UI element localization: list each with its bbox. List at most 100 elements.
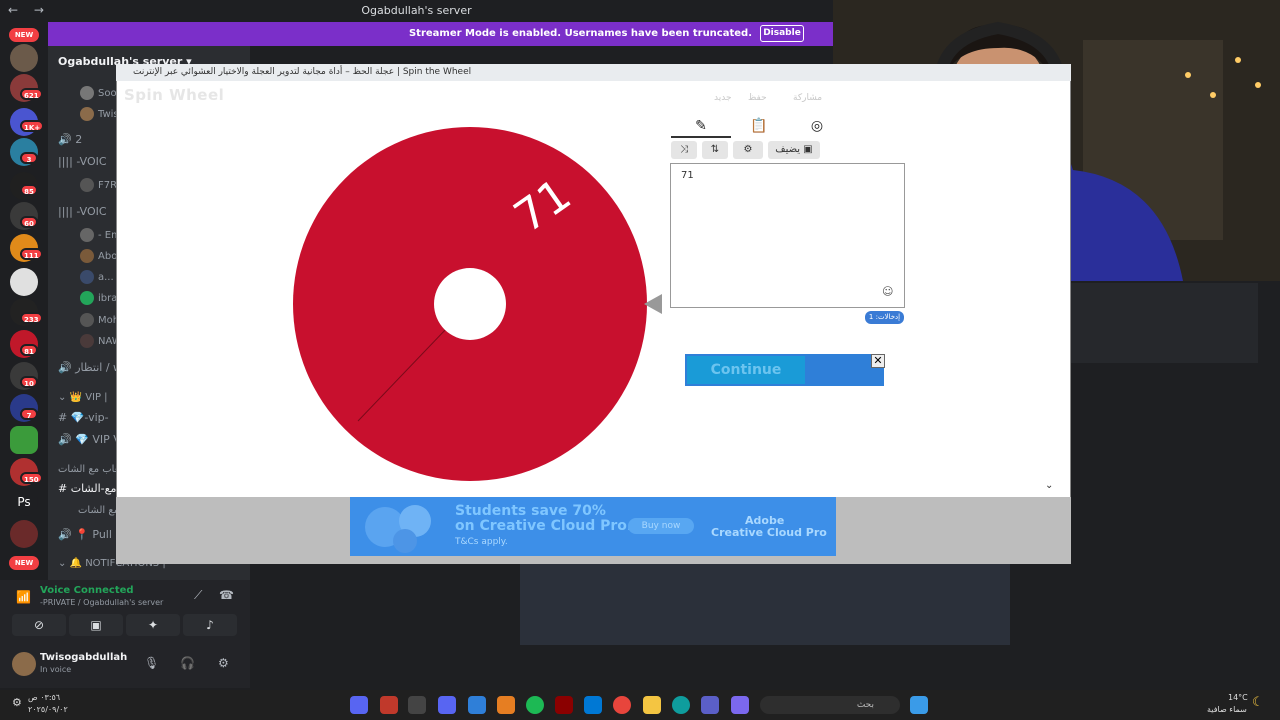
chevron-down-icon[interactable]: ⌄: [1045, 480, 1053, 491]
clock-date[interactable]: ٢٠٢٥/٠٩/٠٢: [28, 705, 68, 714]
discord-icon[interactable]: [438, 696, 456, 714]
popup-titlebar: عجلة الحظ – أداة مجانية لتدوير العجلة وا…: [116, 64, 1071, 81]
server-badge: 233: [20, 312, 43, 324]
signal-icon: 📶: [16, 590, 31, 604]
entries-count: إدخالات: 1: [865, 311, 904, 324]
server-icon[interactable]: [10, 426, 38, 454]
window-title: Ogabdullah's server: [361, 4, 472, 17]
category[interactable]: ⌄ 👑 VIP |: [58, 392, 108, 403]
new-badge: NEW: [9, 556, 39, 570]
app-icon[interactable]: [408, 696, 426, 714]
soundboard-button[interactable]: ♪: [183, 614, 237, 636]
streamer-message: Streamer Mode is enabled. Usernames have…: [408, 28, 752, 39]
spotify-icon[interactable]: [526, 696, 544, 714]
gear-icon[interactable]: ⚙: [218, 656, 229, 670]
microphone-icon[interactable]: 🎙: [144, 656, 159, 670]
shuffle-button[interactable]: ⤨: [671, 141, 697, 159]
spin-wheel[interactable]: 71: [293, 126, 648, 482]
server-icon[interactable]: [10, 520, 38, 548]
folder-icon[interactable]: [643, 696, 661, 714]
edge-icon[interactable]: [672, 696, 690, 714]
voice-user[interactable]: a...: [80, 270, 114, 284]
search-bar[interactable]: بحث: [760, 696, 900, 714]
store-icon[interactable]: [584, 696, 602, 714]
weather-desc[interactable]: سماء صافية: [1207, 705, 1247, 714]
voice-user[interactable]: Abo: [80, 249, 117, 263]
voice-channel[interactable]: 🔊 2: [58, 133, 82, 146]
chrome-icon[interactable]: [613, 696, 631, 714]
voice-channel-name[interactable]: -PRIVATE / Ogabdullah's server: [40, 598, 163, 607]
screen-share-button[interactable]: ▣: [69, 614, 123, 636]
voice-channel[interactable]: 🔊 📍 Pull: [58, 528, 112, 541]
voice-channel[interactable]: |||| -VOIC: [58, 205, 107, 218]
voice-channel[interactable]: 🔊 💎 VIP V: [58, 433, 121, 446]
headphones-icon[interactable]: 🎧: [180, 656, 195, 670]
entries-textarea[interactable]: [670, 163, 905, 308]
ad-terms[interactable]: T&Cs apply.: [455, 537, 508, 547]
results-tab-icon[interactable]: 📋: [744, 118, 774, 134]
settings-tray-icon[interactable]: ⚙: [12, 696, 22, 709]
server-badge: 81: [20, 344, 38, 356]
server-badge: 10: [20, 376, 38, 388]
server-badge: 3: [20, 152, 38, 164]
voice-user[interactable]: Soo: [80, 86, 117, 100]
ad-headline: Students save 70%: [455, 503, 606, 519]
voice-channel[interactable]: |||| -VOIC: [58, 155, 107, 168]
server-badge: 150: [20, 472, 43, 484]
edit-tab-icon[interactable]: ✎: [686, 118, 716, 134]
continue-ad[interactable]: Continue: [685, 354, 884, 386]
voice-user[interactable]: ibra: [80, 291, 117, 305]
entry-text[interactable]: 71: [681, 170, 694, 181]
noise-suppression-icon[interactable]: ⟋: [194, 588, 202, 603]
streamer-mode-banner: Streamer Mode is enabled. Usernames have…: [48, 22, 833, 46]
add-image-button[interactable]: يضيف ▣: [768, 141, 820, 159]
disconnect-icon[interactable]: ☎: [219, 588, 234, 602]
ad-subheadline: on Creative Cloud Pro.: [455, 518, 633, 534]
app-icon[interactable]: [555, 696, 573, 714]
disable-button[interactable]: Disable: [760, 25, 804, 42]
app-icon[interactable]: [350, 696, 368, 714]
hide-icon[interactable]: ◎: [802, 118, 832, 134]
app-icon[interactable]: [380, 696, 398, 714]
close-ad-button[interactable]: ✕: [871, 354, 885, 368]
voice-user[interactable]: - Em: [80, 228, 121, 242]
buy-now-button[interactable]: Buy now: [628, 518, 694, 534]
ad-artwork: [365, 505, 431, 553]
ps-icon[interactable]: Ps: [10, 488, 38, 516]
teams-icon[interactable]: [701, 696, 719, 714]
server-badge: 85: [20, 184, 38, 196]
adobe-ad-banner[interactable]: Students save 70% on Creative Cloud Pro.…: [350, 497, 836, 556]
voice-channel[interactable]: 🔊 انتظار / w: [58, 361, 122, 374]
server-icon[interactable]: [10, 268, 38, 296]
activities-button[interactable]: ✦: [126, 614, 180, 636]
app-icon[interactable]: [497, 696, 515, 714]
weather-temp[interactable]: 14°C: [1228, 693, 1248, 702]
text-channel-active[interactable]: # مع-الشات: [58, 482, 116, 495]
voice-user[interactable]: Twis: [80, 107, 119, 121]
avatar[interactable]: [12, 652, 36, 676]
voice-user[interactable]: F7R: [80, 178, 117, 192]
voice-status[interactable]: Voice Connected: [40, 585, 134, 596]
ad-product: Creative Cloud Pro: [711, 526, 827, 539]
start-icon[interactable]: [910, 696, 928, 714]
username[interactable]: Twisogabdullah: [40, 652, 127, 663]
app-icon[interactable]: [468, 696, 486, 714]
nav-save[interactable]: حفظ: [748, 93, 767, 103]
nav-new[interactable]: جديد: [714, 93, 732, 103]
nav-share[interactable]: مشاركة: [793, 93, 822, 103]
continue-button[interactable]: Continue: [687, 356, 805, 384]
moon-icon: ☾: [1252, 695, 1264, 710]
camera-off-button[interactable]: ⊘: [12, 614, 66, 636]
server-icon[interactable]: [10, 44, 38, 72]
settings-button[interactable]: ⚙: [733, 141, 763, 159]
copilot-icon[interactable]: [731, 696, 749, 714]
sort-button[interactable]: ⇅: [702, 141, 728, 159]
clock-time[interactable]: ٠٣:٥٦ ص: [28, 693, 60, 702]
site-logo[interactable]: Spin Wheel: [124, 86, 224, 104]
wheel-center[interactable]: [434, 268, 506, 340]
text-channel[interactable]: # 💎-vip-: [58, 411, 109, 424]
background-panel: [520, 563, 1010, 645]
popup-title: عجلة الحظ – أداة مجانية لتدوير العجلة وا…: [133, 67, 472, 77]
emoji-icon[interactable]: ☺: [882, 285, 893, 298]
voice-user[interactable]: Moh: [80, 313, 119, 327]
